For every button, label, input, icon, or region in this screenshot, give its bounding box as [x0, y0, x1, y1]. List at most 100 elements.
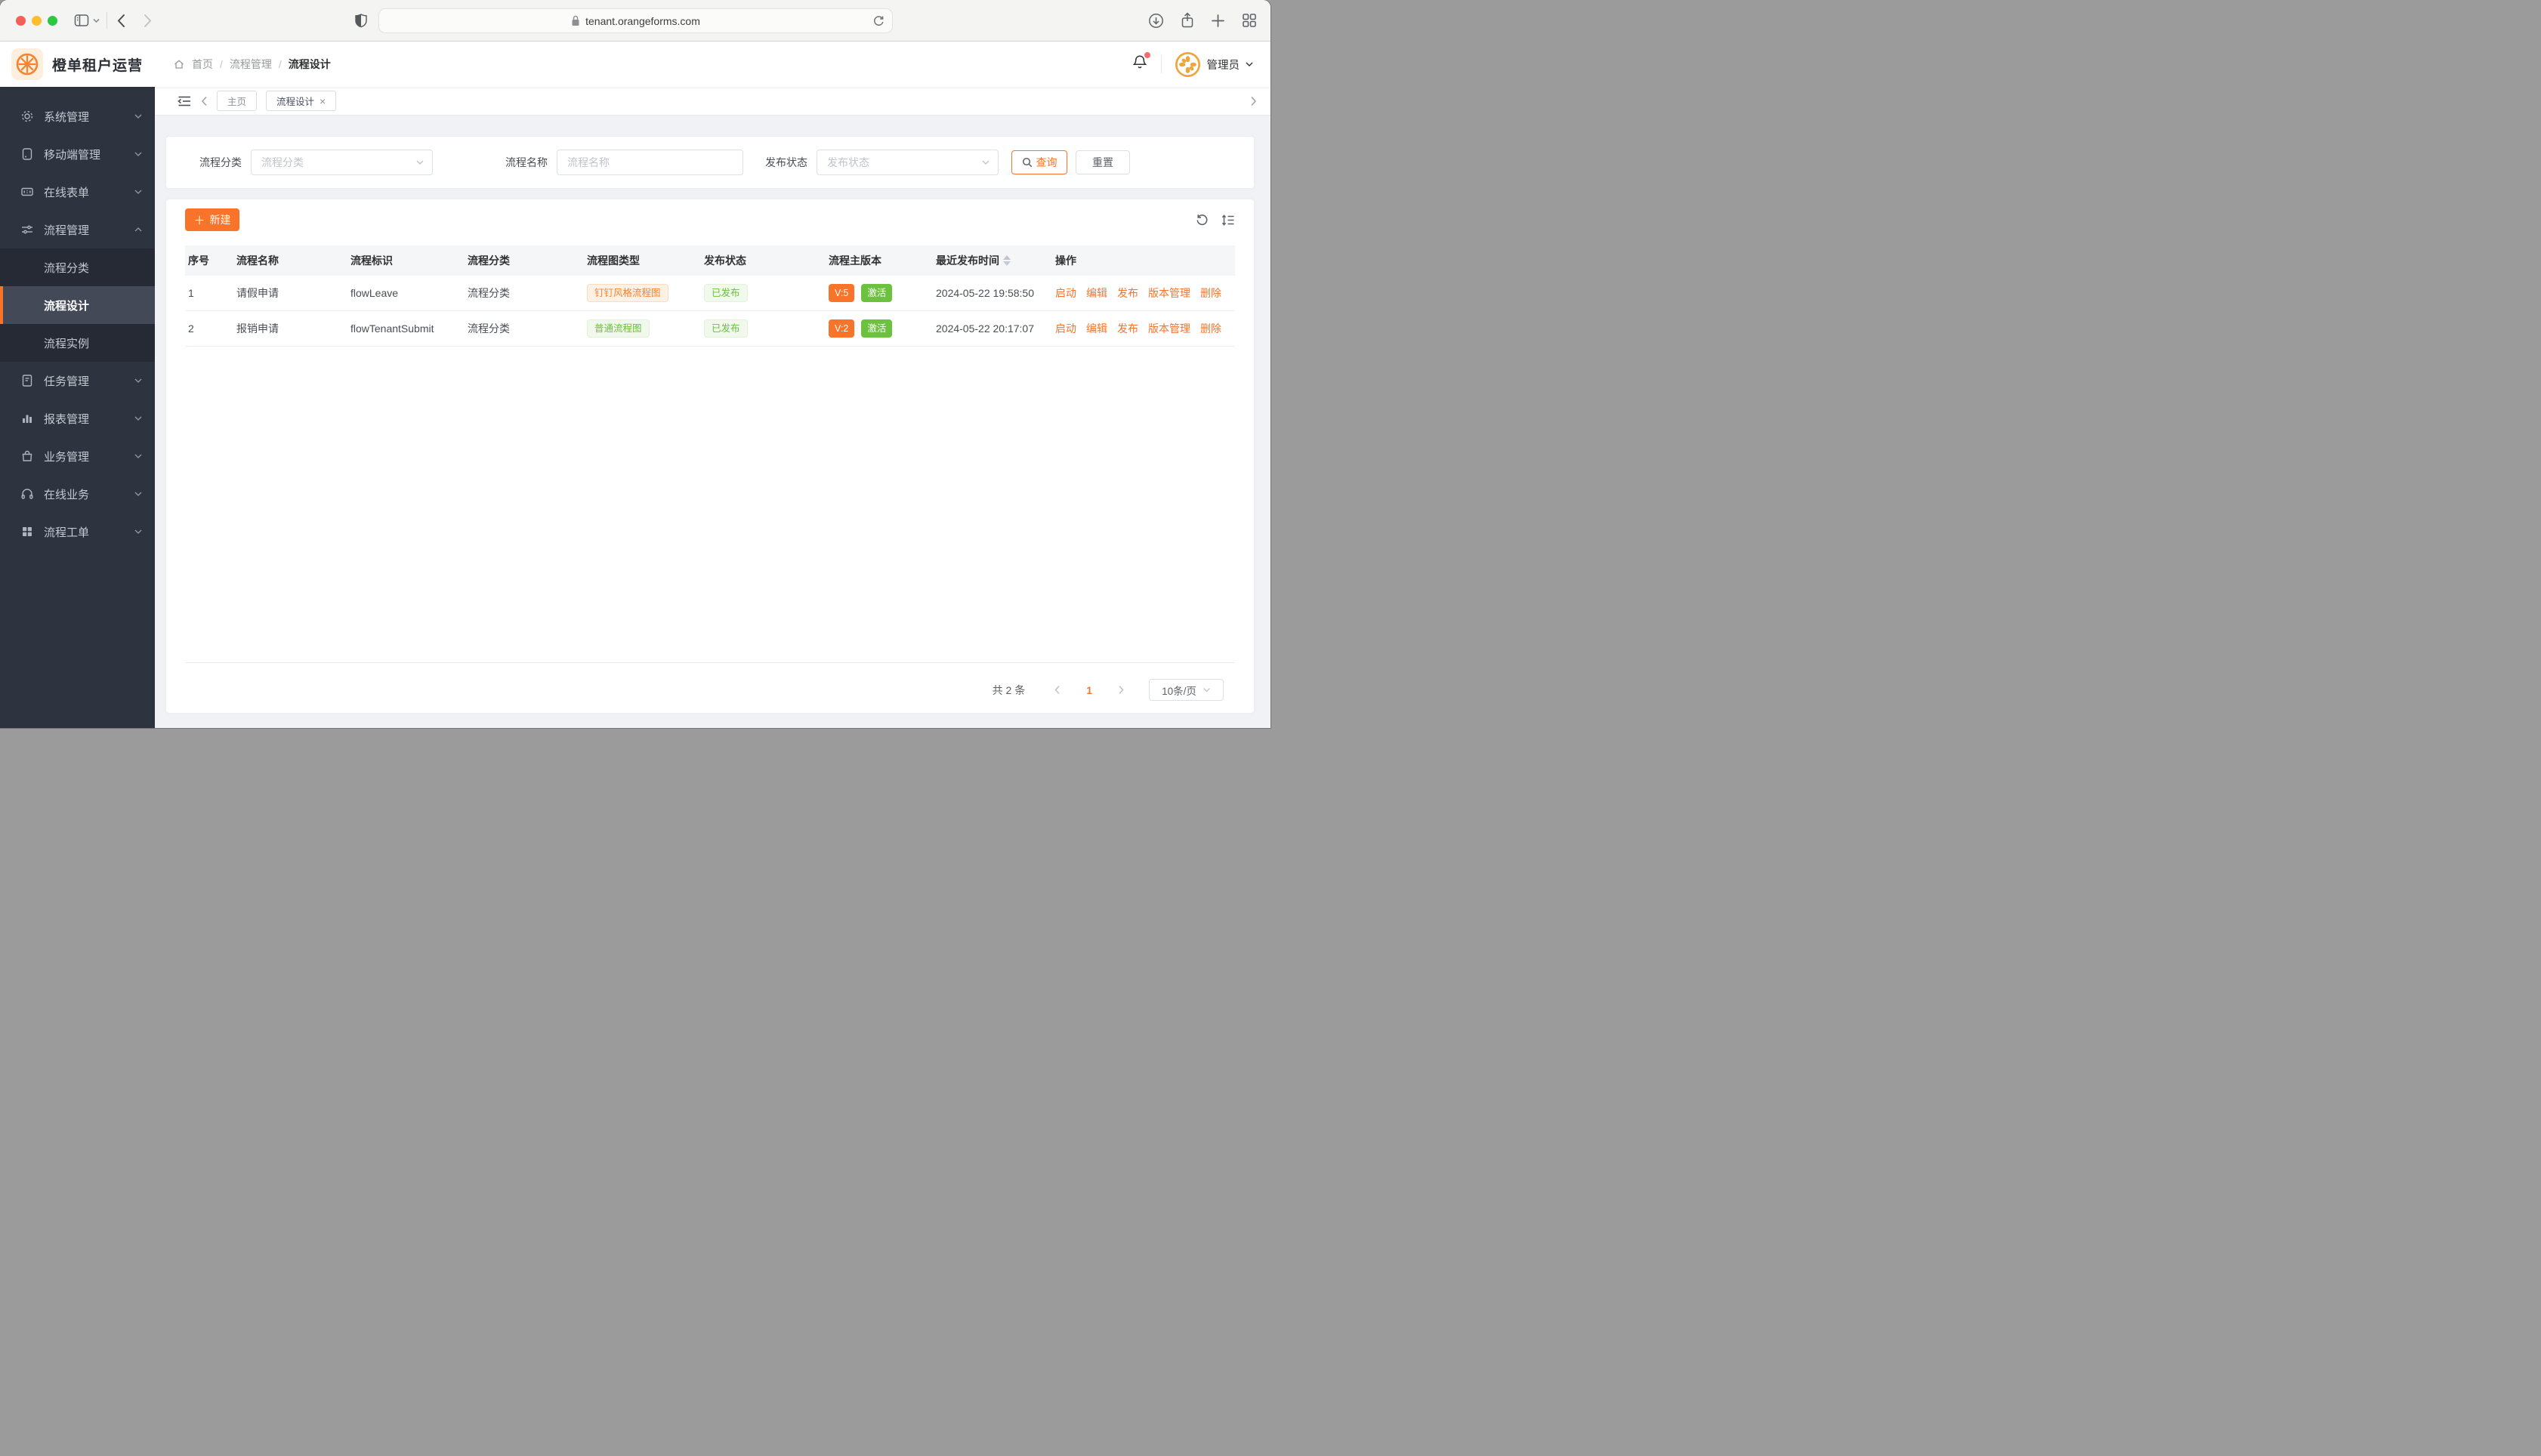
row-action-link[interactable]: 版本管理 [1148, 321, 1190, 336]
zoom-window-button[interactable] [48, 15, 57, 26]
version-state-tag: 激活 [861, 283, 893, 303]
cell-actions: 启动 编辑 发布 版本管理 删除 [1052, 321, 1235, 336]
sidebar-item-label: 任务管理 [44, 375, 90, 388]
sliders-icon [20, 223, 34, 236]
sidebar-item-business-mgmt[interactable]: 业务管理 [0, 437, 155, 475]
minimize-window-button[interactable] [32, 15, 42, 26]
refresh-icon[interactable] [1196, 214, 1209, 227]
share-icon[interactable] [1181, 12, 1194, 29]
sidebar-item-online-business[interactable]: 在线业务 [0, 475, 155, 513]
diagram-type-tag: 钉钉风格流程图 [587, 283, 668, 303]
sidebar-item-flow-design[interactable]: 流程设计 [0, 286, 155, 324]
row-action-link[interactable]: 删除 [1200, 285, 1221, 301]
new-tab-icon[interactable] [1211, 14, 1225, 28]
breadcrumb-item-flow-mgmt[interactable]: 流程管理 [230, 57, 272, 72]
tab-close-icon[interactable]: × [320, 96, 326, 106]
app-header: 橙单租户运营 首页 / 流程管理 / 流程设计 管理员 [0, 42, 1270, 87]
row-action-link[interactable]: 版本管理 [1148, 285, 1190, 301]
gear-icon [20, 110, 34, 123]
header-divider [1160, 55, 1162, 73]
chevron-down-icon[interactable] [92, 17, 100, 23]
sidebar-item-flow-mgmt[interactable]: 流程管理 [0, 211, 155, 248]
row-action-link[interactable]: 编辑 [1086, 321, 1107, 336]
grid-icon [20, 525, 34, 538]
downloads-icon[interactable] [1148, 13, 1164, 29]
sidebar-item-task-mgmt[interactable]: 任务管理 [0, 362, 155, 399]
sidebar-item-system-mgmt[interactable]: 系统管理 [0, 97, 155, 135]
col-header-actions: 操作 [1055, 254, 1076, 267]
next-page-icon[interactable] [1109, 685, 1134, 695]
chevron-down-icon [134, 189, 143, 195]
reload-icon[interactable] [873, 15, 885, 27]
sidebar-item-online-forms[interactable]: 在线表单 [0, 173, 155, 211]
filter-name-input[interactable] [557, 150, 743, 174]
col-header-version: 流程主版本 [829, 254, 881, 267]
tabs-scroll-right-icon[interactable] [1250, 96, 1257, 106]
filter-name-label: 流程名称 [505, 156, 548, 168]
privacy-shield-icon[interactable] [355, 13, 367, 28]
back-button[interactable] [116, 14, 125, 28]
breadcrumb-item-home[interactable]: 首页 [192, 57, 213, 72]
tab-home[interactable]: 主页 [217, 91, 258, 111]
close-window-button[interactable] [16, 15, 26, 26]
page-size-select[interactable]: 10条/页 [1149, 679, 1224, 701]
tab-flow-design[interactable]: 流程设计 × [266, 91, 337, 111]
create-button[interactable]: ＋ 新建 [185, 208, 239, 231]
mobile-icon [20, 147, 34, 161]
row-action-link[interactable]: 删除 [1200, 321, 1221, 336]
bar-chart-icon [20, 412, 34, 425]
col-header-key: 流程标识 [350, 254, 393, 267]
filter-category-select[interactable] [251, 150, 433, 175]
row-action-link[interactable]: 编辑 [1086, 285, 1107, 301]
row-action-link[interactable]: 启动 [1055, 285, 1076, 301]
sidebar-item-flow-workorder[interactable]: 流程工单 [0, 513, 155, 551]
chevron-up-icon [134, 227, 143, 233]
table-panel: ＋ 新建 序号 流程名称 流程标识 流程分类 流程图类型 发布状态 流程主版本 … [166, 199, 1254, 713]
reset-button[interactable]: 重置 [1076, 150, 1130, 174]
search-button[interactable]: 查询 [1011, 150, 1067, 174]
notification-bell-button[interactable] [1132, 52, 1150, 74]
cell-category: 流程分类 [468, 322, 510, 335]
document-icon [20, 374, 34, 387]
sidebar-item-flow-instance[interactable]: 流程实例 [0, 324, 155, 362]
filter-status-select-input[interactable] [817, 150, 998, 174]
tab-label: 流程设计 [276, 97, 315, 107]
row-action-link[interactable]: 发布 [1117, 321, 1138, 336]
table-row: 1 请假申请 flowLeave 流程分类 钉钉风格流程图 已发布 V:5 激活 2024-05… [185, 276, 1235, 311]
tab-bar: 主页 流程设计 × [155, 87, 1270, 116]
row-action-link[interactable]: 启动 [1055, 321, 1076, 336]
user-avatar[interactable] [1175, 51, 1200, 77]
filter-status-select[interactable] [817, 150, 999, 175]
form-icon [20, 185, 34, 199]
tab-overview-icon[interactable] [1242, 13, 1257, 28]
prev-page-icon[interactable] [1045, 685, 1070, 695]
col-header-publish-status: 发布状态 [704, 254, 746, 267]
forward-button[interactable] [144, 14, 153, 28]
sidebar-item-report-mgmt[interactable]: 报表管理 [0, 399, 155, 437]
row-action-link[interactable]: 发布 [1117, 285, 1138, 301]
filter-category-select-input[interactable] [252, 150, 432, 174]
sidebar-item-flow-category[interactable]: 流程分类 [0, 248, 155, 286]
page-number[interactable]: 1 [1070, 684, 1109, 696]
col-header-diagram-type: 流程图类型 [587, 254, 640, 267]
cell-actions: 启动 编辑 发布 版本管理 删除 [1052, 285, 1235, 301]
collapse-menu-icon[interactable] [178, 95, 192, 107]
sidebar-toggle-icon[interactable] [74, 14, 89, 27]
cell-key: flowTenantSubmit [350, 322, 434, 335]
tabs-scroll-left-icon[interactable] [201, 96, 208, 106]
address-bar[interactable]: tenant.orangeforms.com [378, 8, 893, 33]
chevron-down-icon [134, 491, 143, 497]
search-icon [1022, 157, 1033, 168]
create-button-label: 新建 [209, 214, 231, 226]
version-state-tag: 激活 [861, 319, 893, 338]
user-menu-chevron-icon[interactable] [1245, 61, 1254, 67]
col-header-label: 最近发布时间 [936, 254, 999, 267]
cell-published-at: 2024-05-22 20:17:07 [936, 322, 1034, 335]
browser-toolbar: tenant.orangeforms.com [0, 0, 1270, 42]
app-logo [11, 48, 43, 80]
sidebar-item-mobile-mgmt[interactable]: 移动端管理 [0, 135, 155, 173]
row-height-settings-icon[interactable] [1221, 214, 1235, 227]
user-name[interactable]: 管理员 [1207, 57, 1240, 72]
sort-control[interactable] [1003, 255, 1011, 266]
version-tag: V:5 [829, 283, 855, 303]
